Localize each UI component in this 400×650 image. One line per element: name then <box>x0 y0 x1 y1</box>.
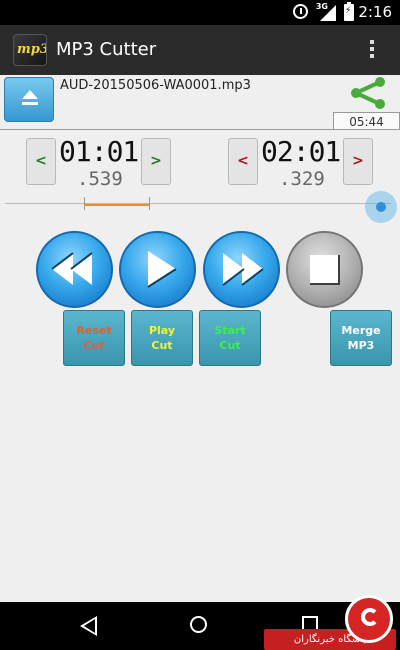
play-button[interactable] <box>119 231 196 308</box>
selection-end-marker[interactable] <box>149 197 150 210</box>
merge-mp3-button[interactable]: Merge MP3 <box>330 310 392 366</box>
reset-cut-label-1: Reset <box>76 324 112 337</box>
share-icon <box>351 77 385 109</box>
start-time-fraction: .539 <box>77 168 123 190</box>
share-button[interactable] <box>348 77 388 109</box>
start-time: 01:01 <box>59 135 139 168</box>
alarm-icon <box>293 4 308 19</box>
file-name: AUD-20150506-WA0001.mp3 <box>60 78 251 93</box>
merge-mp3-label-2: MP3 <box>347 339 375 352</box>
reset-cut-label-2: Cut <box>83 339 105 352</box>
end-time: 02:01 <box>261 135 341 168</box>
open-file-button[interactable] <box>4 77 54 122</box>
stop-icon <box>310 255 340 285</box>
overflow-menu-icon[interactable] <box>370 40 374 60</box>
end-increment-button[interactable]: > <box>343 138 373 185</box>
merge-mp3-label-1: Merge <box>341 324 381 337</box>
play-cut-label-1: Play <box>148 324 176 337</box>
start-decrement-button[interactable]: < <box>26 138 56 185</box>
fast-forward-icon <box>222 253 264 286</box>
play-icon <box>147 251 177 288</box>
status-bar: 3G 2:16 <box>0 0 400 25</box>
end-time-fraction: .329 <box>279 168 325 190</box>
rewind-icon <box>51 252 93 285</box>
selection-range <box>84 204 149 206</box>
fast-forward-button[interactable] <box>203 231 280 308</box>
seek-slider-track[interactable] <box>5 203 391 204</box>
battery-icon <box>344 2 354 21</box>
start-cut-label-1: Start <box>214 324 246 337</box>
stop-button[interactable] <box>286 231 363 308</box>
total-duration-tab: 05:44 <box>333 112 400 130</box>
signal-icon <box>320 5 336 21</box>
back-nav-icon[interactable] <box>80 616 97 636</box>
total-duration: 05:44 <box>349 115 384 129</box>
divider <box>0 129 400 130</box>
seek-slider-thumb[interactable] <box>365 191 397 223</box>
status-time: 2:16 <box>358 3 392 21</box>
app-title: MP3 Cutter <box>56 39 157 60</box>
play-cut-button[interactable]: Play Cut <box>131 310 193 366</box>
app-bar: mp3 MP3 Cutter <box>0 25 400 75</box>
rewind-button[interactable] <box>36 231 113 308</box>
watermark-logo <box>345 595 393 643</box>
play-cut-label-2: Cut <box>151 339 173 352</box>
reset-cut-button[interactable]: Reset Cut <box>63 310 125 366</box>
start-increment-button[interactable]: > <box>141 138 171 185</box>
app-logo-text: mp3 <box>17 42 47 57</box>
home-nav-icon[interactable] <box>190 616 207 633</box>
end-decrement-button[interactable]: < <box>228 138 258 185</box>
start-cut-button[interactable]: Start Cut <box>199 310 261 366</box>
start-cut-label-2: Cut <box>219 339 241 352</box>
app-logo: mp3 <box>13 34 47 66</box>
